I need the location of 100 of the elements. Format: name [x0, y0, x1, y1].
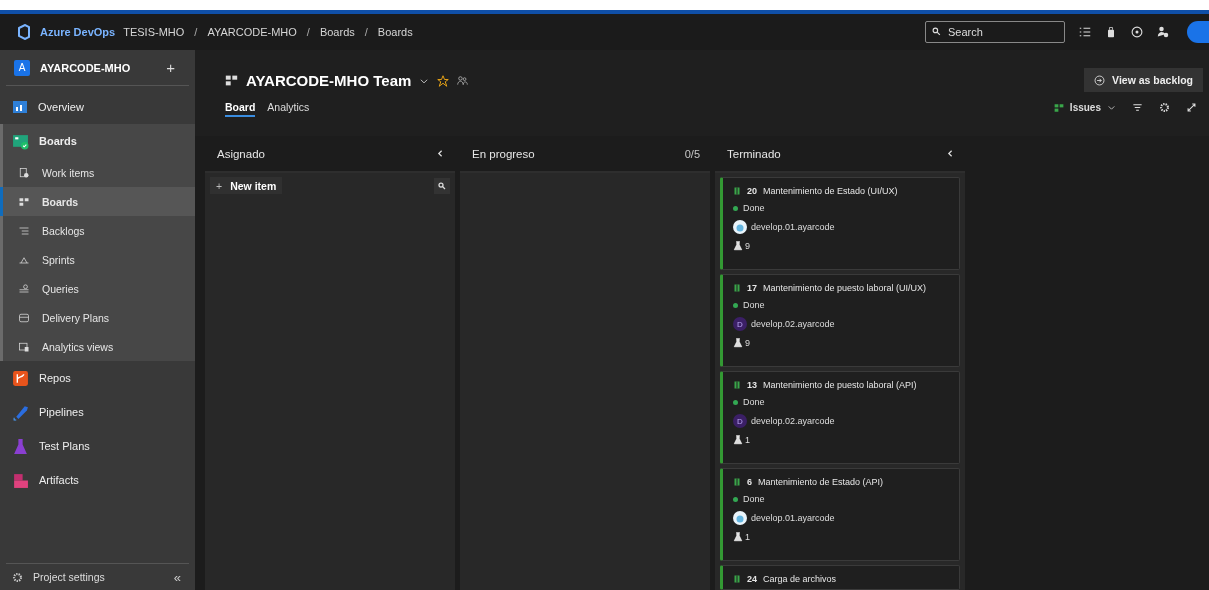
view-as-backlog-button[interactable]: View as backlog [1084, 68, 1203, 92]
column-title: Asignado [217, 147, 265, 160]
list-icon [18, 224, 30, 237]
breadcrumb-separator: / [306, 26, 310, 38]
item-title[interactable]: Mantenimiento de Estado (API) [758, 477, 884, 487]
item-id: 20 [747, 186, 757, 196]
item-title[interactable]: Mantenimiento de puesto laboral (UI/UX) [763, 283, 927, 293]
board-icon [18, 195, 30, 208]
flask-icon [733, 241, 743, 251]
collapse-icon[interactable]: « [173, 569, 181, 585]
item-title[interactable]: Mantenimiento de puesto laboral (API) [763, 380, 917, 390]
issue-icon [733, 186, 741, 196]
nav-item[interactable]: Test Plans [0, 429, 195, 463]
nav-subitem[interactable]: Boards [0, 187, 195, 216]
arrow-circle-icon [1094, 74, 1106, 86]
nav-item[interactable]: Artifacts [0, 463, 195, 497]
search-field[interactable]: Search [925, 21, 1065, 43]
avatar-icon: D [733, 414, 747, 428]
branch-icon [12, 369, 29, 387]
state-dot [733, 205, 738, 211]
column-title: En progreso [472, 147, 535, 160]
item-state: Done [743, 494, 765, 504]
item-title[interactable]: Carga de archivos [763, 574, 837, 584]
assignee-name: develop.02.ayarcode [751, 416, 835, 426]
item-count: 0/5 [684, 147, 700, 160]
nav-item[interactable]: Boards [3, 124, 195, 158]
nav-subitem[interactable]: Work items [3, 158, 195, 187]
breadcrumb-link[interactable]: TESIS-MHO [123, 26, 185, 38]
new-item-button[interactable]: + New item [210, 177, 283, 194]
search-icon [438, 181, 446, 190]
checklist-icon[interactable] [1079, 26, 1091, 38]
calendar-icon [18, 311, 30, 324]
nav-subitem[interactable]: Backlogs [3, 216, 195, 245]
flask-icon [12, 437, 29, 455]
avatar-icon [733, 511, 747, 525]
work-item-card[interactable]: 17 Mantenimiento de puesto laboral (UI/UX) Done D develop.02.ayarcode 9 [720, 274, 960, 367]
nav-subitem[interactable]: Queries [3, 274, 195, 303]
state-dot [733, 302, 738, 308]
work-item-card[interactable]: 20 Mantenimiento de Estado (UI/UX) Done develop.01.ayarcode 9 [720, 177, 960, 270]
settings-link[interactable]: Project settings « [6, 563, 189, 590]
assignee-name: develop.01.ayarcode [751, 513, 835, 523]
breadcrumb-link[interactable]: Boards [377, 26, 413, 38]
nav-subitem[interactable]: Analytics views [3, 332, 195, 361]
nav-item[interactable]: Repos [0, 361, 195, 395]
chart-icon [18, 340, 30, 353]
filter-icon[interactable] [1132, 102, 1143, 113]
tab[interactable]: Board [225, 101, 256, 117]
user-avatar[interactable] [1187, 21, 1209, 43]
issue-icon [733, 477, 741, 487]
item-state: Done [743, 397, 765, 407]
item-id: 6 [747, 477, 752, 487]
item-title[interactable]: Mantenimiento de Estado (UI/UX) [763, 186, 898, 196]
nav-subitem[interactable]: Sprints [3, 245, 195, 274]
board-icon [12, 132, 29, 150]
test-count: 9 [745, 241, 750, 251]
people-icon[interactable] [457, 75, 469, 86]
product-link[interactable]: Azure DevOps [40, 26, 116, 38]
tab[interactable]: Analytics [267, 101, 310, 117]
flask-icon [733, 532, 743, 542]
issue-icon [733, 380, 741, 390]
project-avatar: A [14, 59, 30, 76]
help-icon[interactable] [1131, 26, 1143, 38]
breadcrumb-separator: / [364, 26, 368, 38]
team-title[interactable]: AYARCODE-MHO Team [246, 72, 412, 89]
logo-icon[interactable] [16, 24, 32, 40]
state-dot [733, 399, 738, 405]
nav-item[interactable]: Pipelines [0, 395, 195, 429]
expand-icon[interactable] [1186, 102, 1197, 113]
breadcrumb-link[interactable]: Boards [319, 26, 355, 38]
flask-icon [733, 435, 743, 445]
breadcrumb-link[interactable]: AYARCODE-MHO [207, 26, 297, 38]
package-icon [12, 471, 29, 489]
star-icon[interactable] [437, 74, 450, 87]
item-id: 17 [747, 283, 757, 293]
issue-icon [733, 283, 741, 293]
item-state: Done [743, 203, 765, 213]
search-button[interactable] [434, 177, 450, 194]
flask-icon [733, 338, 743, 348]
user-settings-icon[interactable] [1157, 26, 1169, 38]
item-id: 24 [747, 574, 757, 584]
assignee-name: develop.02.ayarcode [751, 319, 835, 329]
item-id: 13 [747, 380, 757, 390]
issues-dropdown[interactable]: Issues [1053, 102, 1116, 113]
nav-item[interactable]: Overview [0, 90, 195, 124]
work-item-card[interactable]: 13 Mantenimiento de puesto laboral (API) Done D develop.02.ayarcode 1 [720, 371, 960, 464]
add-button[interactable]: + [166, 59, 175, 76]
chevron-left-icon[interactable] [946, 149, 955, 158]
search-icon [932, 27, 941, 36]
shopping-bag-icon[interactable] [1105, 26, 1117, 38]
work-item-card[interactable]: 6 Mantenimiento de Estado (API) Done develop.01.ayarcode 1 [720, 468, 960, 561]
project-name[interactable]: AYARCODE-MHO [40, 61, 157, 74]
test-count: 1 [745, 532, 750, 542]
chevron-down-icon [1107, 103, 1116, 112]
work-item-card[interactable]: 24 Carga de archivos [720, 565, 960, 590]
breadcrumb-separator: / [194, 26, 198, 38]
test-count: 9 [745, 338, 750, 348]
nav-subitem[interactable]: Delivery Plans [3, 303, 195, 332]
chevron-left-icon[interactable] [436, 149, 445, 158]
state-dot [733, 496, 738, 502]
settings-icon[interactable] [1159, 102, 1170, 113]
